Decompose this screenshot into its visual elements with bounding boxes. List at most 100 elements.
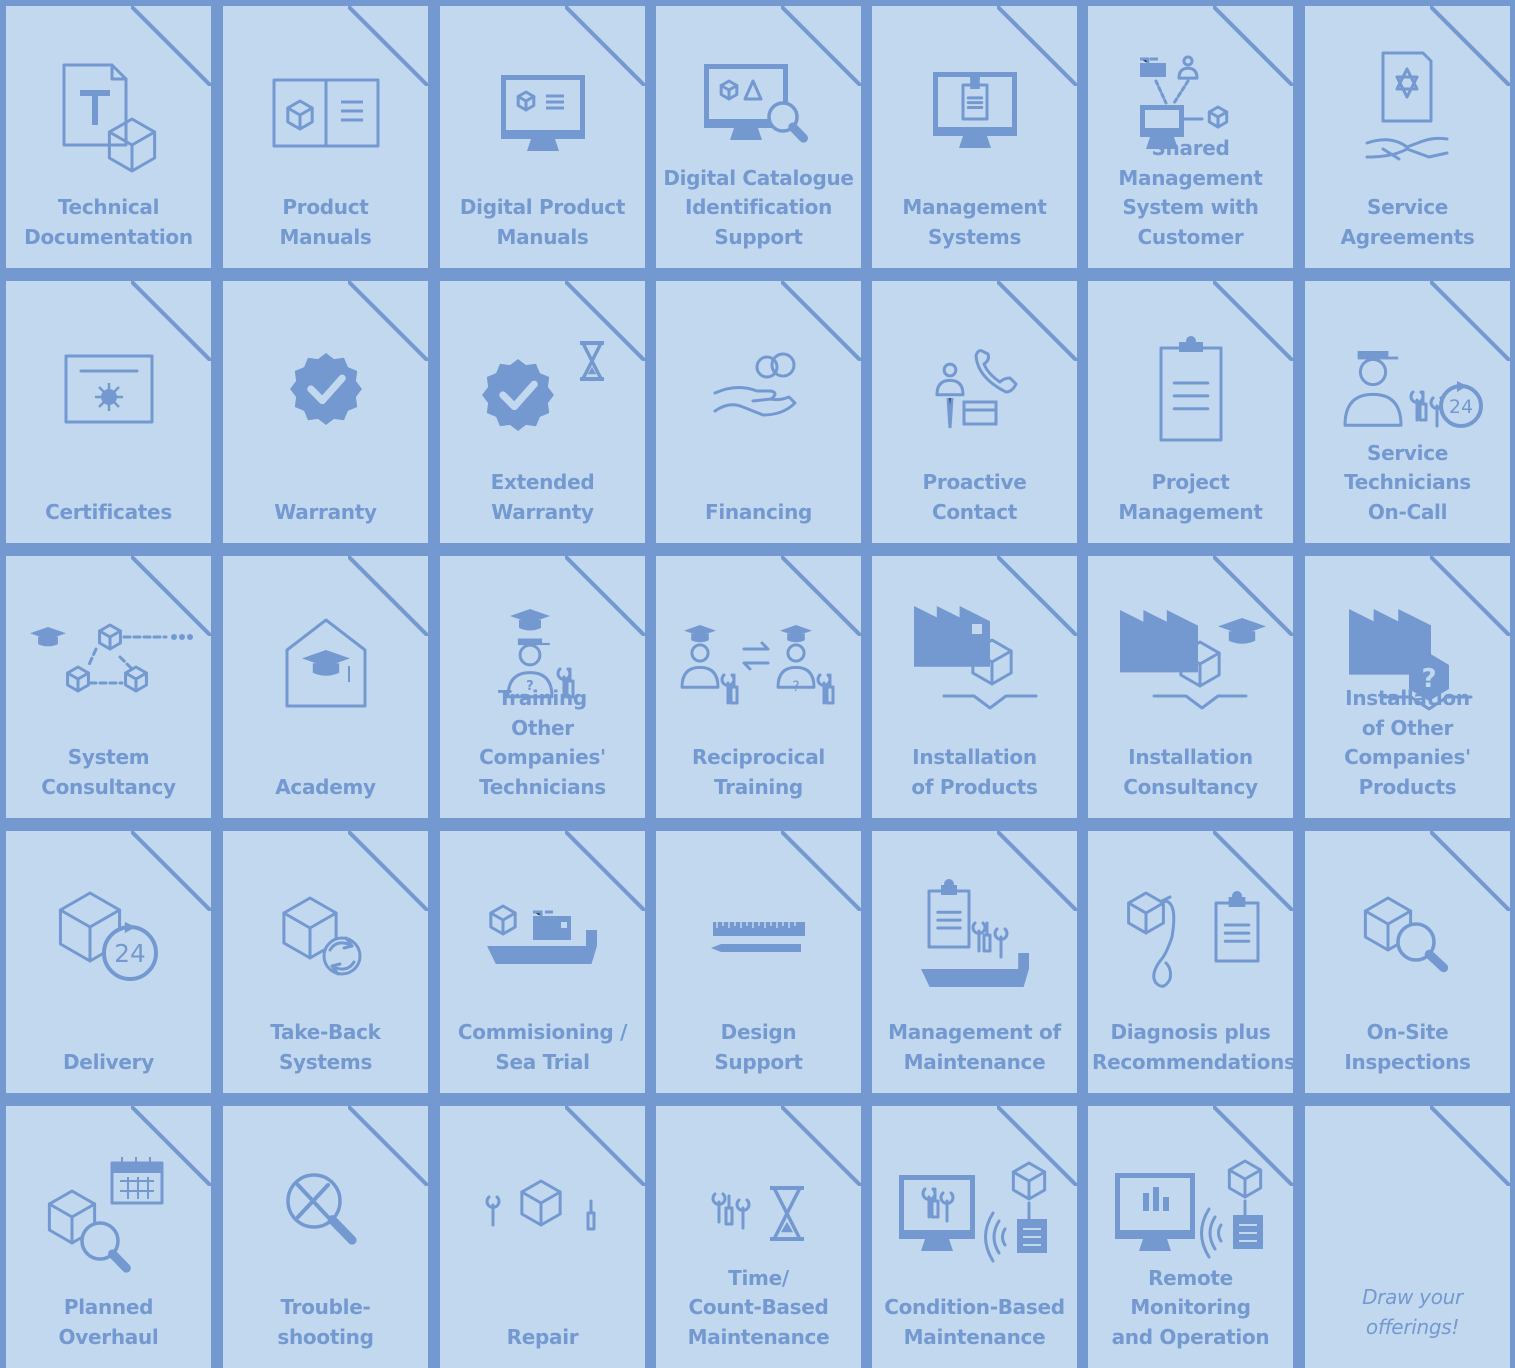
tile-label: Management Systems [902, 195, 1047, 249]
tile-cube-magnifier[interactable]: On-Site Inspections [1305, 831, 1510, 1093]
verified-badge-icon [223, 305, 428, 473]
tile-monitor-clipboard[interactable]: Management Systems [872, 6, 1077, 268]
tile-label: Installation of Products [911, 745, 1038, 799]
monitor-sensor-icon [872, 1130, 1077, 1298]
tile-label: Extended Warranty [490, 470, 595, 524]
tile-person-phone[interactable]: Proactive Contact [872, 281, 1077, 543]
tile-magnifier-x[interactable]: Trouble- shooting [223, 1106, 428, 1368]
tile-label: Product Manuals [279, 195, 372, 249]
tile-stethoscope[interactable]: Diagnosis plus Recommendations [1088, 831, 1293, 1093]
exchange-trainers-icon: ? [656, 580, 861, 748]
tile-label: Time/ Count-Based Maintenance [687, 1265, 830, 1349]
document-cube-icon [6, 30, 211, 198]
handshake-icon [1305, 30, 1510, 198]
tile-technician-24h[interactable]: 24 Service Technicians On-Call [1305, 281, 1510, 543]
tile-label: Trouble- shooting [277, 1295, 374, 1349]
tile-label: On-Site Inspections [1344, 1020, 1471, 1074]
service-grid: Technical Documentation Product Manuals Di… [0, 0, 1515, 1368]
stethoscope-icon [1088, 855, 1293, 1023]
factory-graduate-icon [1088, 580, 1293, 748]
tile-label: Shared Management System with Customer [1118, 136, 1263, 249]
tile-cube-tools[interactable]: Repair [440, 1106, 645, 1368]
tile-label: Warranty [274, 499, 377, 524]
tile-ship-clipboard-tools[interactable]: Management of Maintenance [872, 831, 1077, 1093]
tile-monitor-manual[interactable]: Digital Product Manuals [440, 6, 645, 268]
tile-cube-network[interactable]: System Consultancy [6, 556, 211, 818]
ship-clipboard-tools-icon [872, 855, 1077, 1023]
tile-label: Repair [506, 1324, 579, 1349]
tile-open-book[interactable]: Product Manuals [223, 6, 428, 268]
tile-trainer[interactable]: ? Training Other Companies' Technicians [440, 556, 645, 818]
person-phone-icon [872, 305, 1077, 473]
tile-monitor-search[interactable]: Digital Catalogue Identification Support [656, 6, 861, 268]
tile-label: Academy [275, 774, 376, 799]
cube-magnifier-icon [1305, 855, 1510, 1023]
tile-clipboard[interactable]: Project Management [1088, 281, 1293, 543]
tile-label: Remote Monitoring and Operation [1111, 1265, 1270, 1349]
tile-label: Delivery [63, 1049, 154, 1074]
tile-academy-house[interactable]: Academy [223, 556, 428, 818]
ship-cube-icon [440, 855, 645, 1023]
tile-label: Certificates [45, 499, 172, 524]
tile-verified-badge[interactable]: Warranty [223, 281, 428, 543]
tile-ruler-pencil[interactable]: Design Support [656, 831, 861, 1093]
hand-coins-icon [656, 305, 861, 473]
tile-label: Financing [704, 499, 813, 524]
tile-label: Planned Overhaul [58, 1295, 159, 1349]
tile-label: Proactive Contact [922, 470, 1027, 524]
tile-label: Service Agreements [1340, 195, 1475, 249]
monitor-manual-icon [440, 30, 645, 198]
tile-label: Service Technicians On-Call [1344, 440, 1471, 524]
tile-calendar-inspection[interactable]: Planned Overhaul [6, 1106, 211, 1368]
tile-label: Take-Back Systems [270, 1020, 381, 1074]
svg-text:24: 24 [114, 939, 145, 968]
tile-monitor-sensor[interactable]: Condition-Based Maintenance [872, 1106, 1077, 1368]
tile-handshake[interactable]: Service Agreements [1305, 6, 1510, 268]
tile-factory-cube[interactable]: Installation of Products [872, 556, 1077, 818]
tile-cube-24h[interactable]: 24 Delivery [6, 831, 211, 1093]
tile-badge-hourglass[interactable]: Extended Warranty [440, 281, 645, 543]
tile-label: Digital Product Manuals [459, 195, 626, 249]
tile-document-cube[interactable]: Technical Documentation [6, 6, 211, 268]
tile-remote-monitor[interactable]: Remote Monitoring and Operation [1088, 1106, 1293, 1368]
tile-label: Condition-Based Maintenance [884, 1295, 1065, 1349]
tile-hand-coins[interactable]: Financing [656, 281, 861, 543]
tile-empty[interactable]: Draw your offerings! [1305, 1106, 1510, 1368]
tile-label: Project Management [1118, 470, 1263, 524]
calendar-inspection-icon [6, 1130, 211, 1298]
tile-label: Training Other Companies' Technicians [479, 686, 606, 799]
tile-tools-hourglass[interactable]: Time/ Count-Based Maintenance [656, 1106, 861, 1368]
svg-text:24: 24 [1448, 396, 1472, 418]
tile-label: Commisioning / Sea Trial [457, 1020, 628, 1074]
tile-label: Management of Maintenance [888, 1020, 1061, 1074]
tile-certificate[interactable]: Certificates [6, 281, 211, 543]
tile-label: Installation of Other Companies' Product… [1344, 686, 1471, 799]
tile-shared-network[interactable]: Shared Management System with Customer [1088, 6, 1293, 268]
ruler-pencil-icon [656, 855, 861, 1023]
tile-label: Reciprocical Training [692, 745, 825, 799]
monitor-clipboard-icon [872, 30, 1077, 198]
tile-label: Installation Consultancy [1123, 745, 1258, 799]
tile-cube-recycle[interactable]: Take-Back Systems [223, 831, 428, 1093]
cube-24h-icon: 24 [6, 855, 211, 1023]
open-book-icon [223, 30, 428, 198]
tile-factory-graduate[interactable]: Installation Consultancy [1088, 556, 1293, 818]
clipboard-icon [1088, 305, 1293, 473]
magnifier-x-icon [223, 1130, 428, 1298]
cube-network-icon [6, 580, 211, 748]
fold-corner-icon [1430, 1106, 1510, 1186]
tile-ship-cube[interactable]: Commisioning / Sea Trial [440, 831, 645, 1093]
tile-label: Diagnosis plus Recommendations [1092, 1020, 1293, 1074]
svg-text:?: ? [792, 679, 799, 695]
tile-label: Digital Catalogue Identification Support [663, 165, 854, 249]
cube-recycle-icon [223, 855, 428, 1023]
tile-factory-question[interactable]: ? Installation of Other Companies' Produc… [1305, 556, 1510, 818]
tile-label: Technical Documentation [24, 195, 193, 249]
badge-hourglass-icon [440, 305, 645, 473]
factory-cube-icon [872, 580, 1077, 748]
tile-exchange-trainers[interactable]: ? Reciprocical Training [656, 556, 861, 818]
academy-house-icon [223, 580, 428, 748]
tile-label: System Consultancy [41, 745, 176, 799]
cube-tools-icon [440, 1130, 645, 1298]
certificate-icon [6, 305, 211, 473]
